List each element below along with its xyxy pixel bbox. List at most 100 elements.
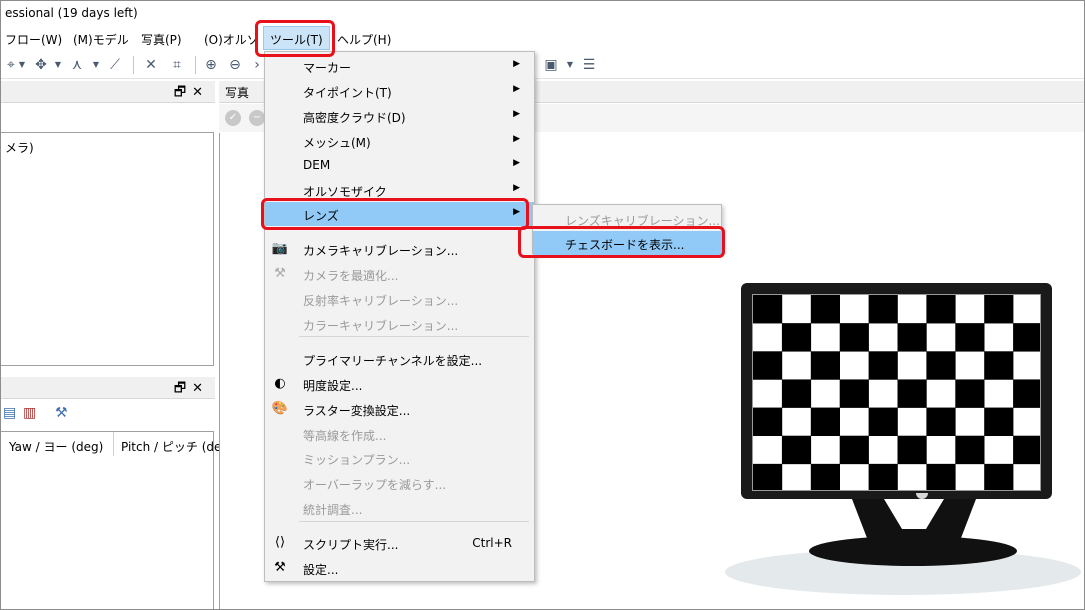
dropdown-arrow-icon[interactable]: ▼ xyxy=(53,55,63,75)
app-window: essional (19 days left) フロー(W) (M)モデル 写真… xyxy=(0,0,1085,610)
ruler-icon[interactable]: ⟋ xyxy=(105,55,125,75)
camera-icon: 📷 xyxy=(271,241,289,256)
dropdown-arrow-icon[interactable]: ▼ xyxy=(91,55,101,75)
column-divider xyxy=(113,432,114,456)
chessboard-square xyxy=(781,379,812,408)
settings-tool-icon[interactable]: ⚒ xyxy=(55,405,68,421)
menu-item[interactable]: 📷 カメラキャリブレーション... xyxy=(265,237,534,261)
workspace-panel-header: 🗗✕ xyxy=(1,81,215,103)
chessboard-square xyxy=(926,295,956,324)
menu-item-label: DEM xyxy=(303,158,331,172)
menu-item-label: 等高線を作成... xyxy=(303,429,387,443)
menu-item[interactable]: カラーキャリブレーション... xyxy=(265,312,534,336)
close-icon[interactable]: ✕ xyxy=(192,381,209,396)
chessboard-square xyxy=(868,407,898,437)
chessboard-square xyxy=(1013,435,1040,465)
delete-icon[interactable]: ✕ xyxy=(141,55,161,75)
menu-item[interactable]: 統計調査... xyxy=(265,496,534,520)
callout-lens-item xyxy=(261,198,529,230)
export-icon[interactable]: ▥ xyxy=(23,405,36,421)
menu-item[interactable]: 🎨 ラスター変換設定... xyxy=(265,397,534,421)
menu-item-label: カメラキャリブレーション... xyxy=(303,244,459,258)
chessboard-square xyxy=(1013,323,1040,352)
restore-icon[interactable]: 🗗 xyxy=(174,381,192,396)
menu-item[interactable]: タイポイント(T) ▶ xyxy=(265,79,534,103)
menu-item[interactable]: ⚒ 設定... xyxy=(265,556,534,580)
toolbar-separator xyxy=(195,56,196,74)
menu-workflow[interactable]: フロー(W) xyxy=(5,31,62,48)
import-icon[interactable]: ▤ xyxy=(3,405,16,421)
monitor xyxy=(741,283,1052,499)
chessboard-square xyxy=(955,435,985,465)
chessboard-square xyxy=(868,295,898,324)
image-icon[interactable]: ▣ xyxy=(541,55,561,75)
column-header-yaw[interactable]: Yaw / ヨー (deg) xyxy=(9,438,103,455)
close-icon[interactable]: ✕ xyxy=(192,85,209,100)
menu-item-label: 統計調査... xyxy=(303,503,363,517)
move-icon[interactable]: ✥ xyxy=(31,55,51,75)
chessboard-square xyxy=(753,351,783,380)
dropdown-arrow-icon[interactable]: ▼ xyxy=(17,55,27,75)
title-bar: essional (19 days left) xyxy=(1,1,1084,25)
chessboard-square xyxy=(984,407,1014,437)
menu-item-label: マーカー xyxy=(303,61,352,75)
chessboard-square xyxy=(781,435,812,465)
chessboard-square xyxy=(955,379,985,408)
menu-model[interactable]: (M)モデル xyxy=(73,31,129,48)
chessboard-square xyxy=(984,295,1014,324)
menu-item[interactable]: ミッションプラン... xyxy=(265,446,534,470)
zoom-out-icon[interactable]: ⊖ xyxy=(225,55,245,75)
column-header-pitch[interactable]: Pitch / ピッチ (de xyxy=(121,438,221,455)
chessboard-square xyxy=(926,407,956,437)
dropdown-arrow-icon[interactable]: ▼ xyxy=(565,55,575,75)
menu-item[interactable]: DEM ▶ xyxy=(265,153,534,177)
tree-item[interactable]: メラ) xyxy=(5,139,34,156)
chessboard-square xyxy=(839,323,869,352)
reference-panel-header: 🗗✕ xyxy=(1,377,215,399)
restore-icon[interactable]: 🗗 xyxy=(174,85,192,100)
chessboard-square xyxy=(753,295,783,324)
chessboard-square xyxy=(868,463,898,490)
check-icon[interactable]: ✓ xyxy=(225,110,241,126)
chessboard-square xyxy=(810,295,840,324)
tools-menu: マーカー ▶ タイポイント(T) ▶ 高密度クラウド(D) ▶ メッシュ(M) ▶ DEM ▶ オル… xyxy=(264,51,535,582)
photos-panel-title: 写真 xyxy=(225,86,250,100)
menu-photo[interactable]: 写真(P) xyxy=(141,31,182,48)
menu-item-label: タイポイント(T) xyxy=(303,86,392,100)
script-icon: ⟨⟩ xyxy=(274,535,286,550)
menu-item[interactable]: マーカー ▶ xyxy=(265,54,534,78)
minus-icon[interactable]: − xyxy=(249,110,265,126)
menu-item[interactable]: 高密度クラウド(D) ▶ xyxy=(265,104,534,128)
layers-icon[interactable]: ☰ xyxy=(579,55,599,75)
submenu-arrow-icon: ▶ xyxy=(513,183,520,193)
menu-item[interactable]: ◐ 明度設定... xyxy=(265,372,534,396)
chessboard-square xyxy=(753,463,783,490)
submenu-arrow-icon: ▶ xyxy=(513,59,520,69)
menu-item[interactable]: ⟨⟩ スクリプト実行... Ctrl+R xyxy=(265,531,534,555)
chessboard-square xyxy=(984,351,1014,380)
reference-toolbar: ▤ ▥ ⚒ xyxy=(1,401,215,429)
menu-item-label: カラーキャリブレーション... xyxy=(303,319,459,333)
crop-icon[interactable]: ⌗ xyxy=(167,55,187,75)
menu-separator xyxy=(299,521,529,522)
menu-item[interactable]: 反射率キャリブレーション... xyxy=(265,287,534,311)
submenu-arrow-icon: ▶ xyxy=(513,134,520,144)
menu-item[interactable]: プライマリーチャンネルを設定... xyxy=(265,347,534,371)
menu-item[interactable]: メッシュ(M) ▶ xyxy=(265,129,534,153)
window-title: essional (19 days left) xyxy=(5,6,138,20)
toolbar-separator xyxy=(133,56,134,74)
menu-item-label: ミッションプラン... xyxy=(303,453,411,467)
palette-icon: 🎨 xyxy=(271,401,289,416)
menu-ortho[interactable]: (O)オルソ xyxy=(204,31,259,48)
menu-item[interactable]: ⚒ カメラを最適化... xyxy=(265,262,534,286)
menu-item-label: オーバーラップを減らす... xyxy=(303,478,447,492)
menu-item-label: スクリプト実行... xyxy=(303,538,399,552)
menu-help[interactable]: ヘルプ(H) xyxy=(337,31,391,48)
menu-item-label: プライマリーチャンネルを設定... xyxy=(303,354,483,368)
zoom-in-icon[interactable]: ⊕ xyxy=(201,55,221,75)
menu-item[interactable]: オーバーラップを減らす... xyxy=(265,471,534,495)
chessboard-square xyxy=(781,323,812,352)
menu-bar: フロー(W) (M)モデル 写真(P) (O)オルソ ツール(T) ヘルプ(H) xyxy=(1,25,1084,51)
menu-item[interactable]: 等高線を作成... xyxy=(265,422,534,446)
selection-icon[interactable]: ⋏ xyxy=(67,55,87,75)
